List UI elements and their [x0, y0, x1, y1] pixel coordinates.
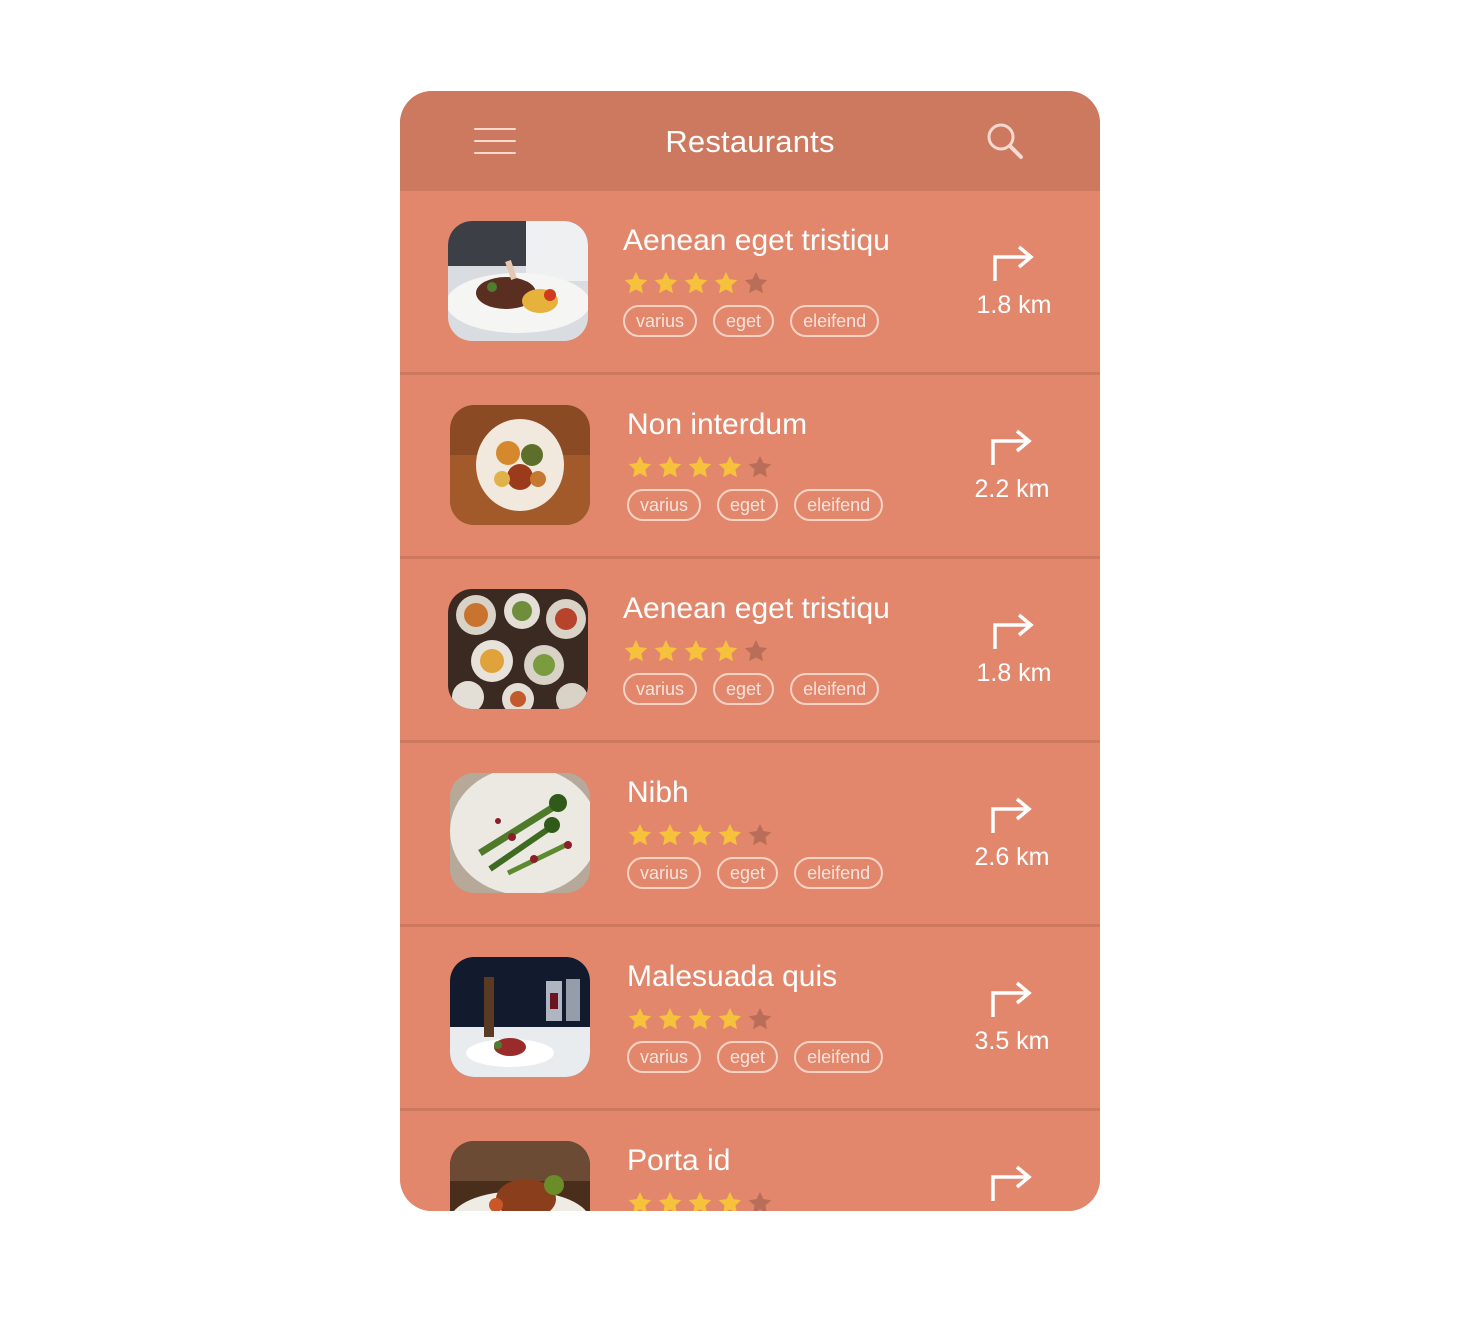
restaurant-row[interactable]: Aenean eget tristiqu varius eget eleifend 1.…: [400, 559, 1100, 740]
star-empty-icon: [748, 823, 772, 846]
restaurant-name[interactable]: Non interdum: [627, 408, 807, 442]
star-filled-icon: [688, 1007, 712, 1030]
star-filled-icon: [654, 271, 678, 294]
restaurant-photo[interactable]: [450, 405, 590, 525]
tag-chip[interactable]: eget: [713, 305, 775, 337]
tag-chip[interactable]: eget: [713, 673, 775, 705]
tag-list: varius eget eleifend: [627, 489, 899, 521]
restaurant-row[interactable]: Aenean eget tristiqu varius eget eleifend 1.…: [400, 191, 1100, 372]
star-filled-icon: [654, 639, 678, 662]
star-filled-icon: [718, 455, 742, 478]
star-filled-icon: [628, 1191, 652, 1211]
rating-stars: [627, 1190, 777, 1211]
restaurant-name[interactable]: Nibh: [627, 776, 689, 810]
star-filled-icon: [658, 1007, 682, 1030]
tag-chip[interactable]: eleifend: [790, 673, 880, 705]
star-filled-icon: [628, 823, 652, 846]
turn-right-arrow-icon: [991, 797, 1032, 833]
restaurant-name[interactable]: Aenean eget tristiqu: [623, 592, 890, 626]
directions-button[interactable]: [957, 1161, 1067, 1211]
distance-label: 2.6 km: [974, 843, 1050, 871]
turn-right-arrow-icon: [991, 1165, 1032, 1201]
turn-right-arrow-icon: [993, 613, 1034, 649]
restaurant-row[interactable]: Malesuada quis varius eget eleifend 3.5 km: [400, 927, 1100, 1108]
restaurant-photo[interactable]: [450, 773, 590, 893]
star-filled-icon: [688, 1191, 712, 1211]
star-filled-icon: [714, 639, 738, 662]
star-filled-icon: [718, 1191, 742, 1211]
star-filled-icon: [628, 1007, 652, 1030]
tag-list: varius eget eleifend: [623, 673, 895, 705]
star-filled-icon: [658, 1191, 682, 1211]
rating-stars: [627, 822, 777, 848]
distance-label: 1.8 km: [976, 659, 1052, 687]
tag-chip[interactable]: varius: [627, 1041, 702, 1073]
restaurant-row[interactable]: Non interdum varius eget eleifend 2.2 km: [400, 375, 1100, 556]
rating-stars: [627, 1006, 777, 1032]
directions-button[interactable]: 1.8 km: [959, 241, 1069, 320]
star-filled-icon: [624, 639, 648, 662]
tag-chip[interactable]: eleifend: [790, 305, 880, 337]
search-icon[interactable]: [984, 121, 1026, 163]
star-empty-icon: [748, 1007, 772, 1030]
tag-chip[interactable]: eget: [717, 857, 779, 889]
restaurants-screen: Restaurants Aenean eget tristiqu varius eg…: [400, 91, 1100, 1211]
star-empty-icon: [744, 271, 768, 294]
tag-list: varius eget eleifend: [623, 305, 895, 337]
restaurant-photo[interactable]: [448, 589, 588, 709]
restaurant-photo[interactable]: [450, 1141, 590, 1211]
tag-chip[interactable]: varius: [623, 673, 698, 705]
tag-list: varius eget eleifend: [627, 1041, 899, 1073]
tag-chip[interactable]: varius: [627, 857, 702, 889]
turn-right-arrow-icon: [993, 245, 1034, 281]
star-empty-icon: [748, 455, 772, 478]
rating-stars: [623, 270, 773, 296]
star-filled-icon: [684, 271, 708, 294]
distance-label: 1.8 km: [976, 291, 1052, 319]
distance-label: 2.2 km: [974, 475, 1050, 503]
restaurant-photo[interactable]: [448, 221, 588, 341]
star-filled-icon: [658, 455, 682, 478]
restaurant-name[interactable]: Porta id: [627, 1144, 730, 1178]
distance-label: 3.5 km: [974, 1027, 1050, 1055]
tag-list: varius eget eleifend: [627, 857, 899, 889]
rating-stars: [623, 638, 773, 664]
tag-chip[interactable]: eleifend: [794, 1041, 884, 1073]
turn-right-arrow-icon: [991, 429, 1032, 465]
star-filled-icon: [624, 271, 648, 294]
tag-chip[interactable]: eleifend: [794, 857, 884, 889]
star-filled-icon: [688, 455, 712, 478]
tag-chip[interactable]: eget: [717, 489, 779, 521]
star-empty-icon: [744, 639, 768, 662]
star-empty-icon: [748, 1191, 772, 1211]
tag-chip[interactable]: varius: [627, 489, 702, 521]
restaurant-row[interactable]: Nibh varius eget eleifend 2.6 km: [400, 743, 1100, 924]
star-filled-icon: [684, 639, 708, 662]
turn-right-arrow-icon: [991, 981, 1032, 1017]
restaurant-photo[interactable]: [450, 957, 590, 1077]
directions-button[interactable]: 3.5 km: [957, 977, 1067, 1056]
directions-button[interactable]: 2.6 km: [957, 793, 1067, 872]
tag-chip[interactable]: eleifend: [794, 489, 884, 521]
restaurant-row[interactable]: Porta idvariusegeteleifend: [400, 1111, 1100, 1211]
top-bar: Restaurants: [400, 91, 1100, 191]
directions-button[interactable]: 1.8 km: [959, 609, 1069, 688]
star-filled-icon: [718, 823, 742, 846]
star-filled-icon: [714, 271, 738, 294]
tag-chip[interactable]: eget: [717, 1041, 779, 1073]
star-filled-icon: [628, 455, 652, 478]
star-filled-icon: [718, 1007, 742, 1030]
directions-button[interactable]: 2.2 km: [957, 425, 1067, 504]
star-filled-icon: [688, 823, 712, 846]
restaurant-name[interactable]: Malesuada quis: [627, 960, 837, 994]
restaurant-name[interactable]: Aenean eget tristiqu: [623, 224, 890, 258]
tag-chip[interactable]: varius: [623, 305, 698, 337]
star-filled-icon: [658, 823, 682, 846]
rating-stars: [627, 454, 777, 480]
